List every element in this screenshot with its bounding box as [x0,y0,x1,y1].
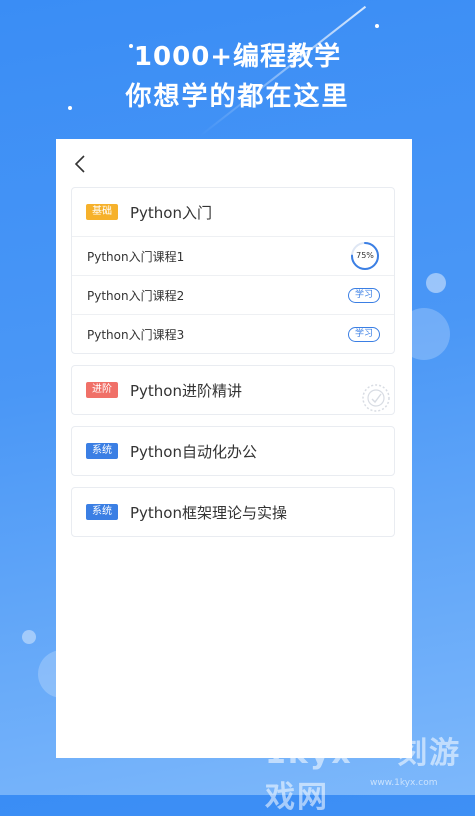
lesson-row[interactable]: Python入门课程1 75% [72,236,394,275]
study-button[interactable]: 学习 [347,287,380,303]
decor-bubble [22,630,36,644]
watermark-logo: 1kyx 一刻游戏网 [265,736,462,815]
badge-stamp-icon [362,384,390,412]
lesson-row[interactable]: Python入门课程3 学习 [72,314,394,353]
course-card-basic[interactable]: 基础 Python入门 Python入门课程1 75% Python入门课程2 … [71,187,395,354]
course-tag: 基础 [86,204,118,220]
course-tag: 系统 [86,443,118,459]
lesson-label: Python入门课程1 [87,249,185,264]
course-card-system-framework[interactable]: 系统 Python框架理论与实操 [71,487,395,537]
chevron-left-icon[interactable] [70,153,92,175]
progress-ring: 75% [350,241,380,271]
course-card-advanced[interactable]: 进阶 Python进阶精讲 [71,365,395,415]
course-title: Python框架理论与实操 [130,503,287,522]
course-tag: 系统 [86,504,118,520]
course-card-system-automation[interactable]: 系统 Python自动化办公 [71,426,395,476]
course-tag: 进阶 [86,382,118,398]
course-title: Python进阶精讲 [130,381,242,400]
watermark-url: www.1kyx.com [370,778,438,788]
lesson-row[interactable]: Python入门课程2 学习 [72,275,394,314]
course-card-header[interactable]: 进阶 Python进阶精讲 [72,366,394,414]
course-card-header[interactable]: 基础 Python入门 [72,188,394,236]
progress-text: 75% [356,251,374,260]
phone-screen-panel: 基础 Python入门 Python入门课程1 75% Python入门课程2 … [56,139,412,758]
decor-dot [375,24,379,28]
lesson-label: Python入门课程2 [87,288,185,303]
course-card-header[interactable]: 系统 Python自动化办公 [72,427,394,475]
course-title: Python入门 [130,203,212,222]
course-title: Python自动化办公 [130,442,257,461]
headline-primary: 1000+编程教学 [133,42,342,72]
course-card-header[interactable]: 系统 Python框架理论与实操 [72,488,394,536]
headline-secondary: 你想学的都在这里 [125,82,350,112]
decor-bubble [426,273,446,293]
lesson-label: Python入门课程3 [87,327,185,342]
study-button[interactable]: 学习 [347,326,380,342]
